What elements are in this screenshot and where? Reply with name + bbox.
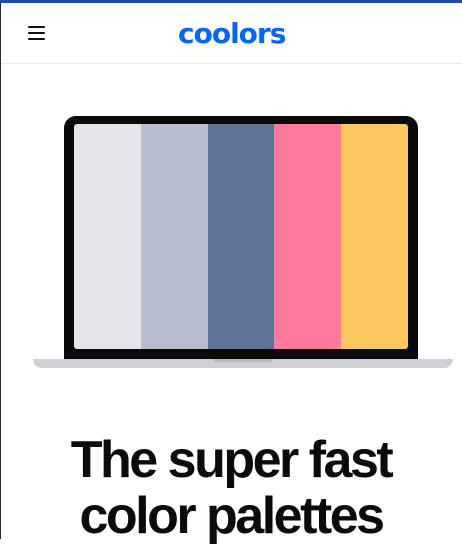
palette-swatch-1 — [74, 124, 141, 349]
palette-swatch-5 — [341, 124, 408, 349]
hero-title-line-2: color palettes — [79, 487, 385, 545]
palette-swatch-3 — [207, 124, 275, 349]
laptop-screen-bezel — [64, 116, 418, 359]
laptop-illustration — [33, 116, 453, 368]
hamburger-menu-icon[interactable] — [27, 24, 47, 42]
site-header: coolors — [1, 3, 462, 64]
laptop-notch — [213, 359, 273, 362]
coolors-logo[interactable]: coolors — [178, 15, 286, 53]
palette-preview — [74, 124, 408, 349]
hero-title-line-1: The super fast — [70, 431, 394, 489]
palette-swatch-4 — [274, 124, 342, 349]
palette-swatch-2 — [140, 124, 208, 349]
hero-title: The super fast color palettes — [0, 432, 462, 544]
